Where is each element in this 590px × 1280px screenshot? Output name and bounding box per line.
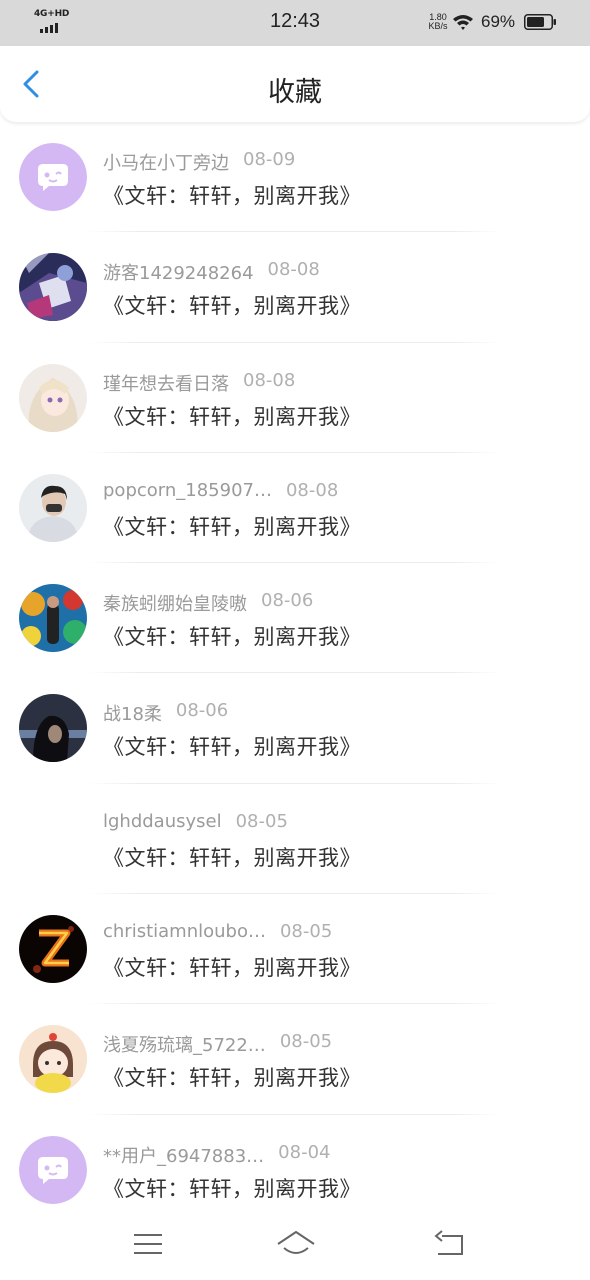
graffiti-photo-avatar[interactable] [19, 584, 87, 653]
item-meta: 秦族蚓绷始皇陵嗷 08-06 [103, 590, 313, 616]
story-title[interactable]: 《文轩：轩轩，别离开我》 [103, 1173, 361, 1203]
username: lghddausysel [103, 810, 222, 832]
item-meta: 瑾年想去看日落 08-08 [103, 370, 295, 396]
cartoon-girl-avatar[interactable] [19, 1025, 87, 1094]
date: 08-08 [243, 369, 296, 391]
favorite-item[interactable]: 浅夏殇琉璃_5722… 08-05 《文轩：轩轩，别离开我》 [0, 1004, 590, 1115]
date: 08-06 [261, 590, 314, 612]
favorite-item[interactable]: 瑾年想去看日落 08-08 《文轩：轩轩，别离开我》 [0, 343, 590, 453]
status-bar: 4G+HD 12:43 1.80 KB/s 69% [0, 0, 590, 46]
home-button[interactable] [276, 1228, 316, 1258]
system-back-button[interactable] [432, 1228, 468, 1258]
date: 08-05 [279, 1031, 333, 1053]
favorite-item[interactable]: popcorn_185907… 08-08 《文轩：轩轩，别离开我》 [0, 453, 590, 564]
favorite-item[interactable]: 战18柔 08-06 《文轩：轩轩，别离开我》 [0, 673, 590, 784]
username: 游客1429248264 [103, 263, 254, 285]
date: 08-05 [279, 921, 333, 943]
date: 08-08 [285, 479, 339, 501]
battery-icon [524, 14, 556, 30]
username: 瑾年想去看日落 [103, 373, 229, 395]
default-chat-avatar[interactable] [19, 1135, 87, 1204]
date: 08-06 [175, 700, 229, 722]
wifi-icon [452, 12, 474, 32]
network-speed-unit: KB/s [428, 21, 448, 31]
menu-button[interactable] [130, 1228, 166, 1258]
username: **用户_6947883… [103, 1145, 265, 1167]
story-title[interactable]: 《文轩：轩轩，别离开我》 [103, 290, 361, 320]
story-title[interactable]: 《文轩：轩轩，别离开我》 [103, 511, 361, 541]
item-meta: 战18柔 08-06 [103, 700, 228, 726]
username: 浅夏殇琉璃_5722… [103, 1035, 266, 1057]
story-title[interactable]: 《文轩：轩轩，别离开我》 [103, 180, 361, 210]
favorites-list: 小马在小丁旁边 08-09 《文轩：轩轩，别离开我》 游客1429248264 08… [0, 122, 590, 1225]
battery-percent: 69% [481, 12, 516, 31]
date: 08-05 [235, 810, 288, 832]
username: popcorn_185907… [103, 479, 272, 501]
favorite-item[interactable]: lghddausysel 08-05 《文轩：轩轩，别离开我》 [0, 784, 590, 895]
back-icon [434, 1230, 463, 1255]
fire-z-avatar[interactable] [19, 915, 87, 984]
item-meta: popcorn_185907… 08-08 [103, 480, 338, 501]
photo-avatar[interactable] [19, 473, 87, 542]
system-nav-bar [0, 1212, 590, 1280]
username: 战18柔 [103, 704, 162, 726]
username: 小马在小丁旁边 [103, 153, 229, 174]
network-speed: 1.80 KB/s [424, 13, 452, 31]
anime-photo-avatar[interactable] [19, 253, 87, 322]
item-meta: 浅夏殇琉璃_5722… 08-05 [103, 1031, 332, 1057]
default-chat-avatar[interactable] [19, 143, 87, 211]
favorite-item[interactable]: 小马在小丁旁边 08-09 《文轩：轩轩，别离开我》 [0, 122, 590, 233]
favorite-item[interactable]: 秦族蚓绷始皇陵嗷 08-06 《文轩：轩轩，别离开我》 [0, 563, 590, 674]
story-title[interactable]: 《文轩：轩轩，别离开我》 [103, 621, 361, 651]
story-title[interactable]: 《文轩：轩轩，别离开我》 [103, 401, 361, 431]
favorite-item[interactable]: **用户_6947883… 08-04 《文轩：轩轩，别离开我》 [0, 1115, 590, 1225]
date: 08-09 [243, 149, 296, 170]
favorite-item[interactable]: christiamnloubo… 08-05 《文轩：轩轩，别离开我》 [0, 894, 590, 1005]
story-title[interactable]: 《文轩：轩轩，别离开我》 [103, 842, 361, 872]
username: 秦族蚓绷始皇陵嗷 [103, 594, 247, 616]
item-meta: 小马在小丁旁边 08-09 [103, 149, 295, 175]
home-icon [277, 1231, 315, 1254]
story-title[interactable]: 《文轩：轩轩，别离开我》 [103, 1062, 361, 1092]
username: christiamnloubo… [103, 921, 266, 943]
date: 08-04 [278, 1141, 331, 1163]
story-title[interactable]: 《文轩：轩轩，别离开我》 [103, 952, 361, 982]
anime-girl-avatar[interactable] [19, 363, 87, 432]
item-meta: lghddausysel 08-05 [103, 811, 288, 832]
menu-icon [134, 1234, 162, 1254]
item-meta: christiamnloubo… 08-05 [103, 921, 332, 942]
header: 收藏 [0, 46, 590, 122]
date: 08-08 [267, 259, 320, 281]
item-meta: 游客1429248264 08-08 [103, 259, 320, 285]
story-title[interactable]: 《文轩：轩轩，别离开我》 [103, 731, 361, 761]
dark-photo-avatar[interactable] [19, 694, 87, 763]
page-title: 收藏 [268, 77, 322, 108]
item-meta: **用户_6947883… 08-04 [103, 1142, 330, 1168]
favorite-item[interactable]: 游客1429248264 08-08 《文轩：轩轩，别离开我》 [0, 232, 590, 343]
blank-avatar[interactable] [19, 804, 87, 873]
